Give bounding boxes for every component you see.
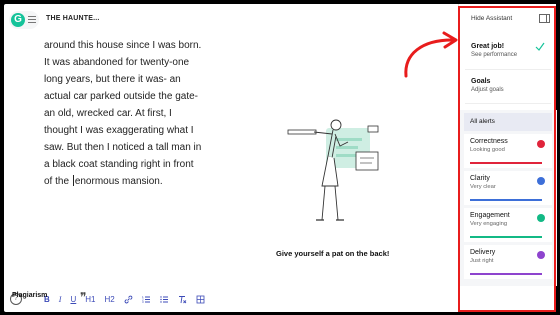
all-alerts-tab[interactable]: All alerts [464,113,552,131]
document-title[interactable]: THE HAUNTE... [46,15,100,22]
grammarly-logo-button[interactable]: G [9,11,39,29]
editor-line: a black coat standing right in front [44,159,194,170]
alert-bar [470,162,542,164]
editor-line: saw. But then I noticed a tall man in [44,142,202,153]
checkmark-icon [535,42,545,51]
celebration-caption: Give yourself a pat on the back! [276,249,390,258]
alert-correctness[interactable]: Correctness Looking good [464,134,552,168]
editor-line: thought I was exaggerating what I [44,125,194,136]
check-circle-icon [537,140,545,148]
check-circle-icon [537,177,545,185]
alert-bar [470,199,542,201]
goals-card[interactable]: Goals Adjust goals [465,74,551,104]
editor-line-last: of the enormous mansion. [44,173,244,190]
performance-card[interactable]: Great job! See performance [465,38,551,70]
bulleted-list-icon[interactable] [160,294,169,306]
table-icon[interactable] [196,294,205,306]
menu-icon [28,16,36,24]
editor-line: around this house since I was born. [44,40,202,51]
heading1-button[interactable]: H1 [85,294,95,306]
celebration-illustration [287,119,379,221]
alert-engagement[interactable]: Engagement Very engaging [464,208,552,242]
underline-button[interactable]: U [70,294,76,306]
alert-clarity[interactable]: Clarity Very clear [464,171,552,205]
annotation-arrow-icon [404,31,458,78]
editor-line: long years, but there it was- an [44,74,181,85]
numbered-list-icon[interactable]: 123 [142,294,151,306]
goals-title: Goals [471,78,491,85]
svg-text:3: 3 [142,300,144,304]
alert-bar [470,236,542,238]
link-icon[interactable] [124,294,133,306]
editor-line: actual car parked outside the gate- [44,91,198,102]
check-circle-icon [537,251,545,259]
editor-text-after-caret: enormous mansion. [74,176,163,187]
clear-formatting-icon[interactable] [178,294,187,306]
italic-button[interactable]: I [59,294,62,306]
text-caret [72,175,74,186]
plagiarism-button[interactable]: Plagiarism [12,292,47,299]
alert-delivery[interactable]: Delivery Just right [464,245,552,279]
editor-line: an old, wrecked car. At first, I [44,108,172,119]
grammarly-g-icon: G [11,13,25,27]
hide-assistant-button[interactable]: Hide Assistant [471,15,512,22]
adjust-goals-link: Adjust goals [471,87,504,93]
editor-text-before-caret: of the [44,176,72,187]
editor-line: It was abandoned for twenty-one [44,57,190,68]
see-performance-link: See performance [471,52,518,58]
alerts-section: All alerts Correctness Looking good Clar… [459,110,557,286]
panel-layout-icon[interactable] [539,14,550,23]
quote-icon: ❞ [80,290,87,304]
heading2-button[interactable]: H2 [104,294,114,306]
assistant-panel: Hide Assistant Great job! See performanc… [458,4,557,312]
formatting-toolbar: B I U H1 H2 123 [44,294,214,306]
alert-bar [470,273,542,275]
text-editor[interactable]: around this house since I was born. It w… [44,37,244,190]
check-circle-icon [537,214,545,222]
